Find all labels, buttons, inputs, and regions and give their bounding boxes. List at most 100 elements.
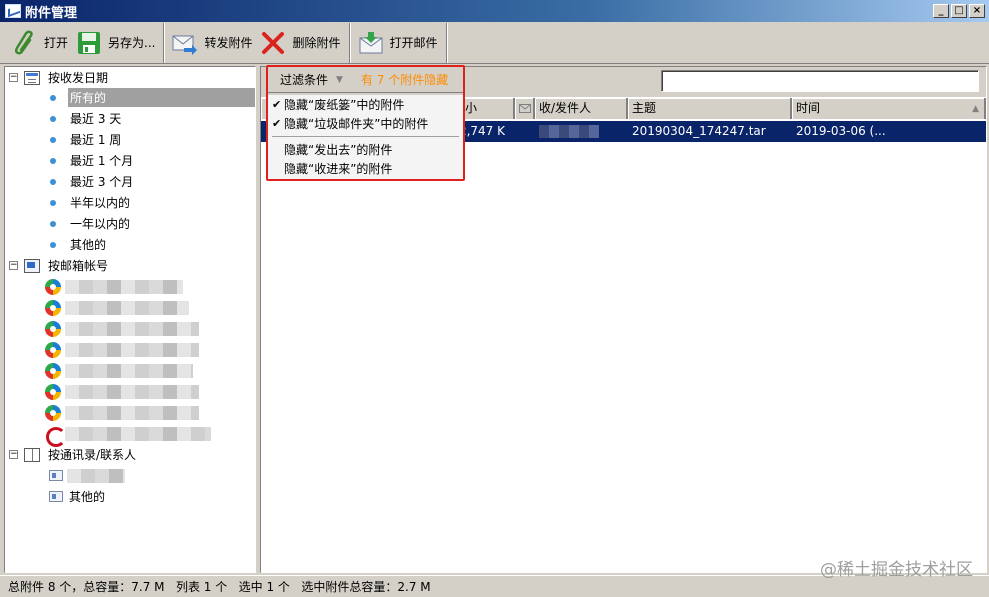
tree-item-3-months[interactable]: 最近 3 个月 (5, 171, 135, 192)
toolbar-group-mail: 打开邮件 (350, 22, 447, 63)
search-input[interactable] (661, 70, 979, 92)
tree-item-account[interactable] (5, 339, 199, 360)
open-mail-label: 打开邮件 (389, 36, 438, 50)
collapse-icon[interactable]: − (9, 73, 18, 82)
tree-item-1-month[interactable]: 最近 1 个月 (5, 150, 135, 171)
redacted-account (65, 321, 199, 336)
envelope-icon (519, 104, 531, 113)
subject-cell: 20190304_174247.tar (632, 124, 766, 138)
column-mail-flag[interactable] (515, 98, 535, 119)
collapse-icon[interactable]: − (9, 261, 18, 270)
menu-item-hide-spam[interactable]: ✔ 隐藏“垃圾邮件夹”中的附件 (268, 114, 463, 133)
tree-item-account[interactable] (5, 318, 199, 339)
tree-item-account[interactable] (5, 402, 199, 423)
bullet-icon (50, 136, 56, 143)
menu-separator (272, 136, 459, 137)
tree-item-label: 其他的 (69, 490, 106, 504)
account-icon (45, 383, 61, 400)
column-time-label: 时间 (796, 101, 821, 115)
account-icon (45, 320, 61, 337)
menu-item-label: 隐藏“垃圾邮件夹”中的附件 (284, 117, 429, 131)
tree-item-label: 最近 1 周 (70, 133, 122, 147)
window-controls: _ □ × (933, 4, 985, 18)
column-subject-label: 主题 (632, 101, 657, 115)
menu-item-label: 隐藏“发出去”的附件 (284, 143, 393, 157)
account-icon (45, 362, 61, 379)
tree-item-label: 最近 3 天 (70, 112, 122, 126)
status-text: 总附件 8 个，总容量：7.7 M 列表 1 个 选中 1 个 选中附件总容量：… (8, 580, 431, 594)
column-sender[interactable]: 收/发件人 (535, 98, 628, 119)
bullet-icon (50, 220, 56, 227)
redacted-account (65, 426, 211, 441)
open-mail-icon (359, 31, 382, 53)
bullet-icon (50, 94, 56, 101)
tree-node-by-contact[interactable]: − 按通讯录/联系人 (5, 444, 138, 465)
contact-card-icon (49, 491, 63, 502)
menu-item-hide-received[interactable]: 隐藏“收进来”的附件 (268, 159, 463, 178)
redacted-account (65, 363, 193, 378)
hidden-count-label: 有 7 个附件隐藏 (360, 73, 449, 87)
mailbox-icon (24, 258, 40, 273)
watermark: @稀土掘金技术社区 (820, 560, 973, 580)
filter-menu: ✔ 隐藏“废纸篓”中的附件 ✔ 隐藏“垃圾邮件夹”中的附件 隐藏“发出去”的附件… (268, 95, 463, 179)
bullet-icon (50, 115, 56, 122)
filter-header[interactable]: 过滤条件 ▼ 有 7 个附件隐藏 (268, 67, 463, 93)
tree-item-label: 所有的 (68, 88, 255, 107)
toolbar-group-actions: 转发附件 删除附件 (164, 22, 350, 63)
tree-item-account[interactable] (5, 423, 211, 447)
open-button[interactable]: 打开 (8, 26, 72, 60)
tree-node-label: 按邮箱帐号 (48, 259, 109, 273)
floppy-disk-icon (78, 31, 101, 54)
tree-item-half-year[interactable]: 半年以内的 (5, 192, 132, 213)
maximize-button[interactable]: □ (951, 4, 967, 18)
delete-attachment-button[interactable]: 删除附件 (256, 26, 344, 60)
close-button[interactable]: × (969, 4, 985, 18)
tree-item-account[interactable] (5, 297, 189, 318)
tree-item-account[interactable] (5, 360, 193, 381)
tree-node-by-date[interactable]: − 按收发日期 (5, 67, 110, 88)
account-icon (45, 426, 66, 447)
delete-attachment-label: 删除附件 (292, 36, 341, 50)
flag-cell (515, 121, 535, 142)
tree-item-label: 其他的 (70, 238, 107, 252)
bullet-icon (50, 178, 56, 185)
menu-item-hide-trash[interactable]: ✔ 隐藏“废纸篓”中的附件 (268, 95, 463, 114)
collapse-icon[interactable]: − (9, 450, 18, 459)
column-time[interactable]: 时间 ▲ (792, 98, 986, 119)
tree-item-one-year[interactable]: 一年以内的 (5, 213, 132, 234)
tree-item-contact-other[interactable]: 其他的 (5, 486, 107, 507)
forward-attachment-button[interactable]: 转发附件 (168, 26, 256, 60)
check-icon: ✔ (272, 117, 282, 130)
tree-item-account[interactable] (5, 381, 199, 402)
filter-dropdown: 过滤条件 ▼ 有 7 个附件隐藏 ✔ 隐藏“废纸篓”中的附件 ✔ 隐藏“垃圾邮件… (266, 65, 465, 181)
tree-item-all[interactable]: 所有的 (5, 87, 255, 108)
paperclip-icon (14, 30, 33, 54)
tree-item-account[interactable] (5, 276, 183, 297)
redacted-account (65, 300, 189, 315)
save-as-button[interactable]: 另存为... (72, 26, 159, 60)
tree-item-3-days[interactable]: 最近 3 天 (5, 108, 123, 129)
sender-cell (535, 121, 628, 142)
minimize-button[interactable]: _ (933, 4, 949, 18)
tree-item-label: 最近 3 个月 (70, 175, 134, 189)
tree-item-other-dates[interactable]: 其他的 (5, 234, 108, 255)
category-tree: − 按收发日期 所有的 最近 3 天 最近 1 周 最近 1 个月 最近 3 个… (4, 66, 256, 573)
column-subject[interactable]: 主题 (628, 98, 792, 119)
tree-node-by-account[interactable]: − 按邮箱帐号 (5, 255, 110, 276)
redacted-sender (539, 125, 599, 138)
toolbar-group-file: 打开 另存为... (4, 22, 165, 63)
redacted-account (65, 279, 183, 294)
redacted-account (65, 405, 199, 420)
delete-x-icon (262, 31, 285, 54)
account-icon (45, 404, 61, 421)
tree-node-label: 按收发日期 (48, 71, 109, 85)
menu-item-hide-sent[interactable]: 隐藏“发出去”的附件 (268, 140, 463, 159)
dropdown-caret-icon: ▼ (336, 74, 343, 85)
open-mail-button[interactable]: 打开邮件 (354, 26, 442, 60)
tree-item-contact[interactable] (5, 465, 125, 486)
toolbar: 打开 另存为... 转发附件 删除附件 打开邮件 (0, 22, 989, 64)
redacted-contact (67, 468, 125, 483)
tree-item-1-week[interactable]: 最近 1 周 (5, 129, 123, 150)
redacted-account (65, 384, 199, 399)
redacted-account (65, 342, 199, 357)
